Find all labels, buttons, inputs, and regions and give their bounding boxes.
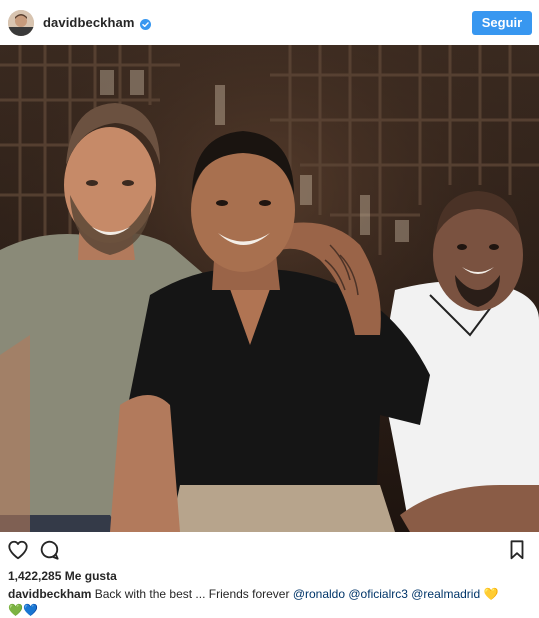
post-header: davidbeckham Seguir [0,0,539,45]
mention-realmadrid[interactable]: @realmadrid [411,587,480,601]
caption-username[interactable]: davidbeckham [8,587,91,601]
avatar[interactable] [8,9,34,36]
heart-outline-icon[interactable] [7,539,29,561]
green-heart-emoji: 💚 [8,603,23,617]
blue-heart-emoji: 💙 [22,603,38,617]
bookmark-icon[interactable] [507,539,529,561]
mention-oficialrc3[interactable]: @oficialrc3 [348,587,408,601]
likes-label: Me gusta [64,569,117,583]
likes-count[interactable]: 1,422,285 Me gusta [8,569,117,583]
mention-ronaldo[interactable]: @ronaldo [293,587,345,601]
post-photo[interactable] [0,45,539,532]
caption-text: Back with the best ... Friends forever [94,587,290,601]
action-bar [0,535,539,563]
yellow-heart-emoji: 💛 [483,587,499,601]
comment-bubble-icon[interactable] [38,539,60,561]
verified-badge-icon [139,17,151,30]
username-link[interactable]: davidbeckham [43,15,135,30]
post-caption: davidbeckham Back with the best ... Frie… [8,586,528,618]
follow-button[interactable]: Seguir [472,10,532,35]
instagram-post: davidbeckham Seguir 1,422,285 Me gusta d… [0,0,539,618]
likes-number: 1,422,285 [8,569,62,583]
